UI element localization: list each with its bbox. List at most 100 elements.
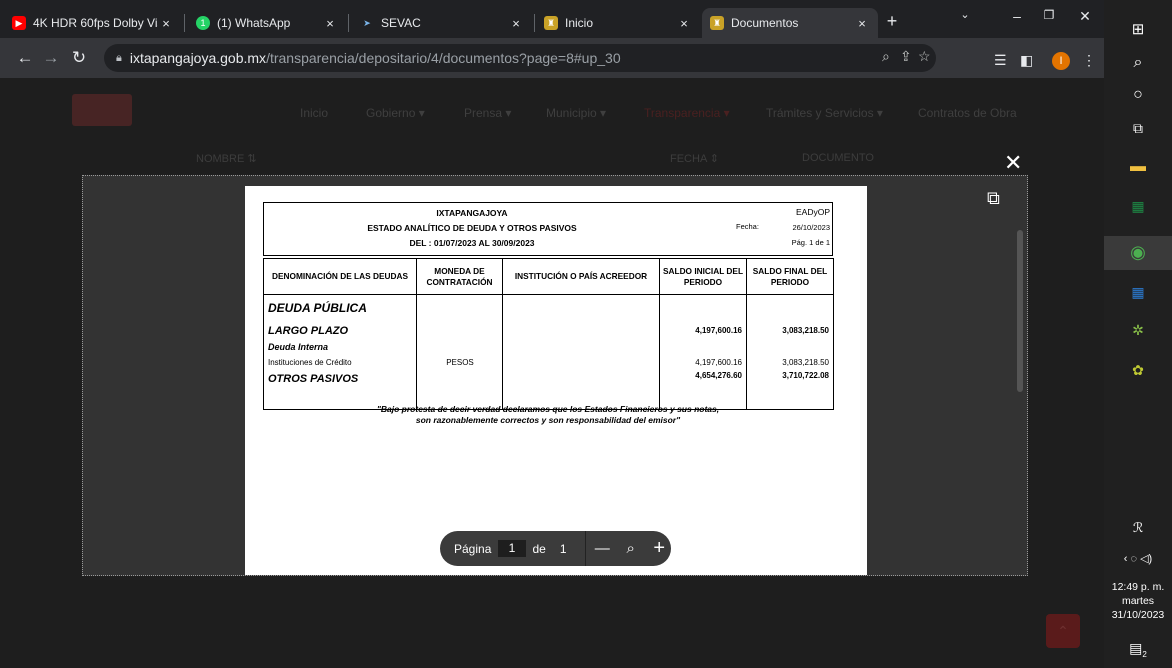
- amount-cell: 3,083,218.50: [782, 358, 829, 367]
- app-icon[interactable]: ✿: [1104, 362, 1172, 379]
- site-logo[interactable]: [72, 94, 132, 126]
- share-icon[interactable]: ⇪: [900, 48, 912, 65]
- clock-date: 31/10/2023: [1111, 609, 1165, 621]
- close-icon[interactable]: ×: [508, 16, 524, 31]
- profile-avatar[interactable]: I: [1052, 52, 1070, 70]
- column-header: SALDO INICIAL DEL PERIODO: [659, 258, 747, 295]
- page-of-label: de: [532, 541, 546, 556]
- nav-item[interactable]: Transparencia ▾: [644, 106, 730, 120]
- column-header: DENOMINACIÓN DE LAS DEUDAS: [263, 258, 417, 295]
- modal-close-button[interactable]: ✕: [1004, 152, 1022, 174]
- system-tray-icons[interactable]: ‹ ◌ ◁): [1104, 552, 1172, 565]
- tab-strip: ▶ 4K HDR 60fps Dolby Visi × 1 (1) WhatsA…: [0, 0, 1104, 38]
- column-header[interactable]: FECHA ⇕: [670, 152, 719, 165]
- column-header: MONEDA DE CONTRATACIÓN: [416, 258, 503, 295]
- nav-item[interactable]: Municipio ▾: [546, 106, 606, 120]
- side-panel-icon[interactable]: ◧: [1020, 52, 1033, 69]
- sevac-icon: ➤: [363, 17, 371, 28]
- zoom-in-icon[interactable]: +: [647, 537, 671, 560]
- row-label: OTROS PASIVOS: [268, 373, 359, 385]
- pager-divider: [584, 531, 586, 566]
- bookmark-star-icon[interactable]: ☆: [918, 48, 931, 65]
- tab-sevac[interactable]: ➤ SEVAC ×: [352, 8, 532, 38]
- address-bar[interactable]: 🔒︎ ixtapangajoya.gob.mx/transparencia/de…: [104, 44, 936, 72]
- whatsapp-icon: 1: [196, 16, 210, 30]
- excel-icon[interactable]: ▦: [1104, 198, 1172, 215]
- pdf-pager: Página 1 de 1 — ⌕ +: [440, 531, 671, 566]
- page-number-input[interactable]: 1: [498, 540, 526, 557]
- document-period: DEL : 01/07/2023 AL 30/09/2023: [409, 238, 535, 248]
- reading-list-icon[interactable]: ☰: [994, 52, 1007, 69]
- notifications-icon[interactable]: ▤2: [1104, 640, 1172, 659]
- nav-item[interactable]: Gobierno ▾: [366, 106, 425, 120]
- column-header: DOCUMENTO: [802, 152, 874, 164]
- forward-icon[interactable]: →: [40, 48, 62, 68]
- file-explorer-icon[interactable]: ▬: [1104, 158, 1172, 176]
- close-icon[interactable]: ×: [676, 16, 692, 31]
- tab-search-icon[interactable]: ⌄: [950, 8, 980, 21]
- lock-icon: 🔒︎: [116, 51, 122, 64]
- restore-button[interactable]: ❐: [1034, 8, 1064, 22]
- tab-title: (1) WhatsApp: [217, 16, 291, 30]
- scrollbar[interactable]: [1017, 230, 1023, 392]
- debt-table: DENOMINACIÓN DE LAS DEUDAS MONEDA DE CON…: [263, 258, 834, 410]
- nav-item[interactable]: Contratos de Obra: [918, 106, 1017, 120]
- nav-item[interactable]: Inicio: [300, 106, 328, 120]
- close-icon[interactable]: ×: [158, 16, 174, 31]
- clock-time: 12:49 p. m.: [1111, 581, 1165, 593]
- chrome-icon[interactable]: ◉: [1104, 242, 1172, 263]
- url-path: /transparencia/depositario/4/documentos?…: [266, 50, 621, 66]
- task-view-icon[interactable]: ⧉: [1104, 120, 1172, 137]
- people-icon[interactable]: ℛ: [1104, 520, 1172, 536]
- amount-cell: 4,654,276.60: [695, 371, 742, 380]
- browser-toolbar: ← → ↻ 🔒︎ ixtapangajoya.gob.mx/transparen…: [0, 38, 1104, 78]
- note-line: "Bajo protesta de decir verdad declaramo…: [376, 404, 720, 414]
- row-label: LARGO PLAZO: [268, 325, 349, 337]
- windows-start-icon[interactable]: ⊞: [1104, 20, 1172, 38]
- fit-zoom-icon[interactable]: ⌕: [619, 540, 643, 557]
- menu-kebab-icon[interactable]: ⋮: [1082, 52, 1096, 69]
- tab-youtube[interactable]: ▶ 4K HDR 60fps Dolby Visi ×: [4, 8, 182, 38]
- cortana-icon[interactable]: ○: [1104, 86, 1172, 104]
- tab-title: Documentos: [731, 16, 799, 30]
- fecha-label: Fecha:: [736, 222, 759, 231]
- windows-taskbar: ⊞ ⌕ ○ ⧉ ▬ ▦ ◉ ▦ ✲ ✿ ℛ ‹ ◌ ◁) 12:49 p. m.…: [1104, 0, 1172, 668]
- close-icon[interactable]: ×: [854, 16, 870, 31]
- search-icon[interactable]: ⌕: [1104, 54, 1172, 72]
- row-label: DEUDA PÚBLICA: [268, 301, 367, 315]
- close-icon[interactable]: ×: [322, 16, 338, 31]
- back-icon[interactable]: ←: [14, 48, 36, 68]
- zoom-icon[interactable]: ⌕: [882, 48, 890, 65]
- clock[interactable]: 12:49 p. m. martes 31/10/2023: [1104, 580, 1172, 622]
- tab-title: SEVAC: [381, 16, 421, 30]
- column-header: SALDO FINAL DEL PERIODO: [746, 258, 834, 295]
- scroll-top-button[interactable]: ⌃: [1046, 614, 1080, 648]
- tab-documentos[interactable]: ♜ Documentos ×: [702, 8, 878, 38]
- document-viewer: ⧉ IXTAPANGAJOYA ESTADO ANALÍTICO DE DEUD…: [82, 175, 1028, 576]
- window-close-button[interactable]: ✕: [1070, 8, 1100, 25]
- column-header[interactable]: NOMBRE ⇅: [196, 152, 257, 165]
- tab-separator: [534, 14, 535, 32]
- word-icon[interactable]: ▦: [1104, 284, 1172, 301]
- reload-icon[interactable]: ↻: [68, 48, 90, 68]
- app-icon[interactable]: ✲: [1104, 322, 1172, 339]
- url-host: ixtapangajoya.gob.mx: [129, 50, 267, 66]
- amount-cell: 3,710,722.08: [782, 371, 829, 380]
- column-header: INSTITUCIÓN O PAÍS ACREEDOR: [502, 258, 660, 295]
- tab-whatsapp[interactable]: 1 (1) WhatsApp ×: [188, 8, 346, 38]
- new-tab-button[interactable]: +: [882, 12, 902, 32]
- document-entity: IXTAPANGAJOYA: [436, 208, 508, 218]
- minimize-button[interactable]: –: [1002, 8, 1032, 24]
- nav-item[interactable]: Prensa ▾: [464, 106, 511, 120]
- tab-inicio[interactable]: ♜ Inicio ×: [536, 8, 700, 38]
- document-header: IXTAPANGAJOYA ESTADO ANALÍTICO DE DEUDA …: [263, 202, 833, 256]
- document-page-count: Pág. 1 de 1: [791, 238, 830, 247]
- nav-item[interactable]: Trámites y Servicios ▾: [766, 106, 883, 120]
- row-label: Deuda Interna: [268, 342, 329, 352]
- clock-day: martes: [1121, 595, 1155, 607]
- open-external-icon[interactable]: ⧉: [987, 188, 1007, 208]
- tab-separator: [184, 14, 185, 32]
- row-label: Instituciones de Crédito: [268, 358, 352, 367]
- site-icon: ♜: [710, 16, 724, 30]
- zoom-out-icon[interactable]: —: [590, 540, 614, 557]
